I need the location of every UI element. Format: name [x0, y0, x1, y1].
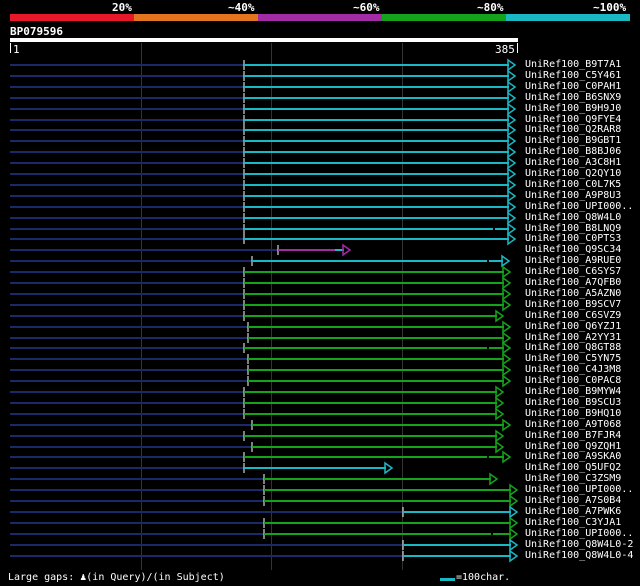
- hit-arrow: [495, 429, 505, 443]
- hit-label[interactable]: UniRef100_C5Y461: [525, 70, 621, 81]
- hit-arrow: [384, 461, 394, 475]
- hit-label[interactable]: UniRef100_B8BJ06: [525, 146, 621, 157]
- hit-arrow: [507, 167, 517, 181]
- scale-bar: [440, 578, 455, 581]
- hit-arrow: [509, 538, 519, 552]
- hit-arrow: [502, 287, 512, 301]
- hit-label[interactable]: UniRef100_A7PWK6: [525, 506, 621, 517]
- hit-arrow: [507, 156, 517, 170]
- hit-arrow: [502, 276, 512, 290]
- hit-label[interactable]: UniRef100_Q5UFQ2: [525, 462, 621, 473]
- hit-arrow: [507, 189, 517, 203]
- hit-arrow: [502, 418, 512, 432]
- hit-arrow: [509, 505, 519, 519]
- hit-arrow: [507, 222, 517, 236]
- hit-label[interactable]: UniRef100_A9RUE0: [525, 255, 621, 266]
- hit-label[interactable]: UniRef100_A3C8H1: [525, 157, 621, 168]
- hit-arrow: [509, 483, 519, 497]
- hit-label[interactable]: UniRef100_Q8GT88: [525, 342, 621, 353]
- hit-label[interactable]: UniRef100_Q9SC34: [525, 244, 621, 255]
- hit-label[interactable]: UniRef100_B9MYW4: [525, 386, 621, 397]
- hit-label[interactable]: UniRef100_A5AZN0: [525, 288, 621, 299]
- hit-label[interactable]: UniRef100_Q8W4L0-2: [525, 539, 633, 550]
- hit-label[interactable]: UniRef100_B6SNX9: [525, 92, 621, 103]
- hit-arrow: [502, 450, 512, 464]
- hit-label[interactable]: UniRef100_B9SCV7: [525, 299, 621, 310]
- hit-label[interactable]: UniRef100_UPI000..: [525, 484, 633, 495]
- hit-arrow: [509, 527, 519, 541]
- hit-arrow: [507, 178, 517, 192]
- hit-arrow: [507, 211, 517, 225]
- hit-label[interactable]: UniRef100_C0PTS3: [525, 233, 621, 244]
- hit-label[interactable]: UniRef100_C0L7K5: [525, 179, 621, 190]
- gaps-legend: Large gaps: ♟(in Query)/(in Subject): [8, 572, 225, 583]
- hit-arrow: [502, 298, 512, 312]
- hit-arrow: [509, 516, 519, 530]
- hit-arrow: [489, 472, 499, 486]
- hit-arrow: [502, 341, 512, 355]
- hit-label[interactable]: UniRef100_C6SYS7: [525, 266, 621, 277]
- hit-label[interactable]: UniRef100_UPI000..: [525, 528, 633, 539]
- hit-label[interactable]: UniRef100_A9SKA0: [525, 451, 621, 462]
- hit-arrow: [495, 309, 505, 323]
- gaps-label: Large gaps:: [8, 572, 81, 583]
- hit-label[interactable]: UniRef100_Q8W4L0-4: [525, 550, 633, 561]
- hit-arrow: [507, 113, 517, 127]
- hit-label[interactable]: UniRef100_B9GBT1: [525, 135, 621, 146]
- hit-arrow: [342, 243, 352, 257]
- hit-arrow: [502, 363, 512, 377]
- hit-arrow: [507, 200, 517, 214]
- hit-label[interactable]: UniRef100_A9P8U3: [525, 190, 621, 201]
- hit-arrow: [509, 549, 519, 563]
- hit-label[interactable]: UniRef100_B7FJR4: [525, 430, 621, 441]
- hit-arrow: [507, 232, 517, 246]
- hit-label[interactable]: UniRef100_C0PAC8: [525, 375, 621, 386]
- hit-arrow: [495, 440, 505, 454]
- hit-arrow: [502, 352, 512, 366]
- hit-label[interactable]: UniRef100_C6SVZ9: [525, 310, 621, 321]
- hit-arrow: [507, 80, 517, 94]
- hit-arrow: [507, 58, 517, 72]
- hit-arrow: [502, 320, 512, 334]
- hit-arrow: [502, 265, 512, 279]
- hit-arrow: [495, 407, 505, 421]
- hit-arrow: [495, 385, 505, 399]
- hit-arrow: [507, 134, 517, 148]
- hit-label[interactable]: UniRef100_UPI000..: [525, 201, 633, 212]
- scale-label: =100char.: [456, 572, 511, 583]
- hit-label[interactable]: UniRef100_A9T068: [525, 419, 621, 430]
- hit-label[interactable]: UniRef100_A7S0B4: [525, 495, 621, 506]
- hit-arrow: [502, 331, 512, 345]
- hit-arrow: [509, 494, 519, 508]
- hit-arrow: [507, 102, 517, 116]
- hit-label[interactable]: UniRef100_B9T7A1: [525, 59, 621, 70]
- gaps-subject-label: (in Subject): [152, 572, 225, 583]
- hit-arrow: [507, 69, 517, 83]
- hit-label[interactable]: UniRef100_B9SCU3: [525, 397, 621, 408]
- hit-arrow: [495, 396, 505, 410]
- hit-label[interactable]: UniRef100_C4J3M8: [525, 364, 621, 375]
- hit-label[interactable]: UniRef100_C5YN75: [525, 353, 621, 364]
- hit-label[interactable]: UniRef100_A7QFB0: [525, 277, 621, 288]
- hit-label[interactable]: UniRef100_B9H9J0: [525, 103, 621, 114]
- hit-arrow: [507, 123, 517, 137]
- hit-label[interactable]: UniRef100_Q2RAR8: [525, 124, 621, 135]
- hit-arrow: [501, 254, 511, 268]
- hit-arrow: [507, 145, 517, 159]
- hit-arrow: [502, 374, 512, 388]
- hit-arrow: [507, 91, 517, 105]
- hit-label[interactable]: UniRef100_Q6YZJ1: [525, 321, 621, 332]
- hit-label[interactable]: UniRef100_C0PAH1: [525, 81, 621, 92]
- gaps-query-label: (in Query)/: [86, 572, 153, 583]
- hit-label[interactable]: UniRef100_B9HQ10: [525, 408, 621, 419]
- hit-label[interactable]: UniRef100_C3ZSM9: [525, 473, 621, 484]
- hit-label[interactable]: UniRef100_Q2QY10: [525, 168, 621, 179]
- hit-label[interactable]: UniRef100_Q8W4L0: [525, 212, 621, 223]
- hit-label[interactable]: UniRef100_C3YJA1: [525, 517, 621, 528]
